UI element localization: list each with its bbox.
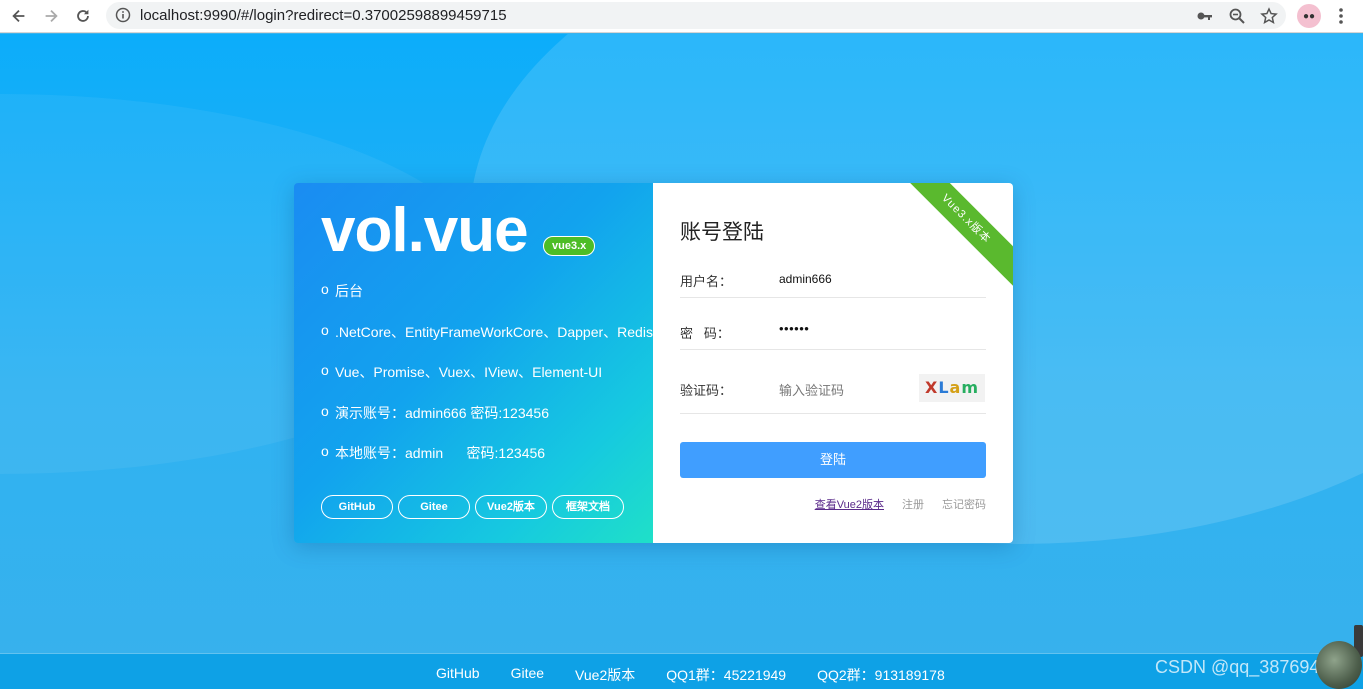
feature-text: 本地账号：admin 密码:123456 [335, 445, 546, 461]
forgot-password-link[interactable]: 忘记密码 [942, 496, 986, 512]
floating-avatar[interactable] [1316, 641, 1362, 689]
star-icon[interactable] [1260, 7, 1278, 25]
browser-toolbar: localhost:9990/#/login?redirect=0.370025… [0, 0, 1363, 33]
bullet: o [321, 362, 329, 378]
back-arrow-icon[interactable] [7, 5, 31, 27]
login-page: vol.vue vue3.x o 后台 o .NetCore、EntityFrame… [0, 34, 1363, 689]
captcha-field: 验证码： 输入验证码 XLam [680, 362, 986, 414]
feature-text: 演示账号：admin666 密码:123456 [335, 404, 549, 421]
bullet: o [321, 281, 329, 297]
feature-item: o 后台 [321, 281, 653, 322]
intro-panel: vol.vue vue3.x o 后台 o .NetCore、EntityFrame… [294, 183, 653, 543]
intro-link-row: GitHub Gitee Vue2版本 框架文档 [321, 495, 624, 519]
bullet: o [321, 443, 329, 459]
footer-qq2-group: QQ2群：913189178 [817, 667, 945, 683]
login-form-panel: Vue3.x版本 账号登陆 用户名： admin666 密 码： •••••• … [653, 183, 1013, 543]
register-link[interactable]: 注册 [902, 496, 924, 512]
reload-icon[interactable] [71, 5, 95, 27]
address-bar[interactable]: localhost:9990/#/login?redirect=0.370025… [106, 2, 1286, 29]
zoom-icon[interactable] [1228, 7, 1246, 25]
version-badge: vue3.x [543, 236, 596, 256]
bullet: o [321, 402, 329, 419]
bullet: o [321, 321, 329, 338]
feature-text: Vue、Promise、Vuex、IView、Element-UI [335, 364, 603, 380]
feature-text: .NetCore、EntityFrameWorkCore、Dapper、Redi… [335, 323, 653, 340]
footer-qq1-group: QQ1群：45221949 [666, 667, 787, 683]
footer-links: GitHub Gitee Vue2版本 QQ1群：45221949 QQ2群：9… [436, 665, 976, 685]
feature-item: o 本地账号：admin 密码:123456 [321, 443, 653, 484]
feature-item: o Vue、Promise、Vuex、IView、Element-UI [321, 362, 653, 403]
captcha-image[interactable]: XLam [919, 374, 985, 402]
url-text[interactable]: localhost:9990/#/login?redirect=0.370025… [140, 7, 507, 24]
password-field: 密 码： •••••• [680, 310, 986, 350]
footer: GitHub Gitee Vue2版本 QQ1群：45221949 QQ2群：9… [0, 653, 1363, 689]
feature-item: o 演示账号：admin666 密码:123456 [321, 403, 653, 444]
feature-text: 后台 [335, 283, 363, 299]
csdn-watermark: CSDN @qq_38769403 [1155, 657, 1340, 677]
footer-gitee-link[interactable]: Gitee [511, 665, 544, 685]
captcha-input[interactable]: 输入验证码 [779, 380, 844, 399]
username-label: 用户名： [680, 274, 733, 289]
forward-arrow-icon[interactable] [39, 5, 63, 27]
login-card: vol.vue vue3.x o 后台 o .NetCore、EntityFrame… [294, 183, 1013, 543]
login-button[interactable]: 登陆 [680, 442, 986, 478]
footer-github-link[interactable]: GitHub [436, 665, 480, 685]
feature-list: o 后台 o .NetCore、EntityFrameWorkCore、Dapper… [321, 281, 653, 484]
username-field: 用户名： admin666 [680, 258, 986, 298]
key-icon[interactable] [1196, 7, 1214, 25]
view-vue2-link[interactable]: 查看Vue2版本 [815, 496, 884, 512]
vue2-link-button[interactable]: Vue2版本 [475, 495, 547, 519]
github-link-button[interactable]: GitHub [321, 495, 393, 519]
docs-link-button[interactable]: 框架文档 [552, 495, 624, 519]
captcha-label: 验证码： [680, 383, 733, 398]
brand-title: vol.vue [321, 196, 529, 265]
footer-vue2-link[interactable]: Vue2版本 [575, 665, 635, 685]
menu-dots-icon[interactable] [1333, 6, 1349, 26]
feature-item: o .NetCore、EntityFrameWorkCore、Dapper、Red… [321, 322, 653, 363]
gitee-link-button[interactable]: Gitee [398, 495, 470, 519]
password-label: 密 码： [680, 326, 730, 341]
login-title: 账号登陆 [680, 221, 764, 244]
username-input[interactable]: admin666 [779, 272, 832, 286]
password-input[interactable]: •••••• [779, 321, 809, 336]
profile-avatar[interactable]: ●● [1297, 4, 1321, 28]
info-icon[interactable] [115, 7, 131, 23]
form-link-row: 查看Vue2版本 注册 忘记密码 [815, 496, 986, 512]
